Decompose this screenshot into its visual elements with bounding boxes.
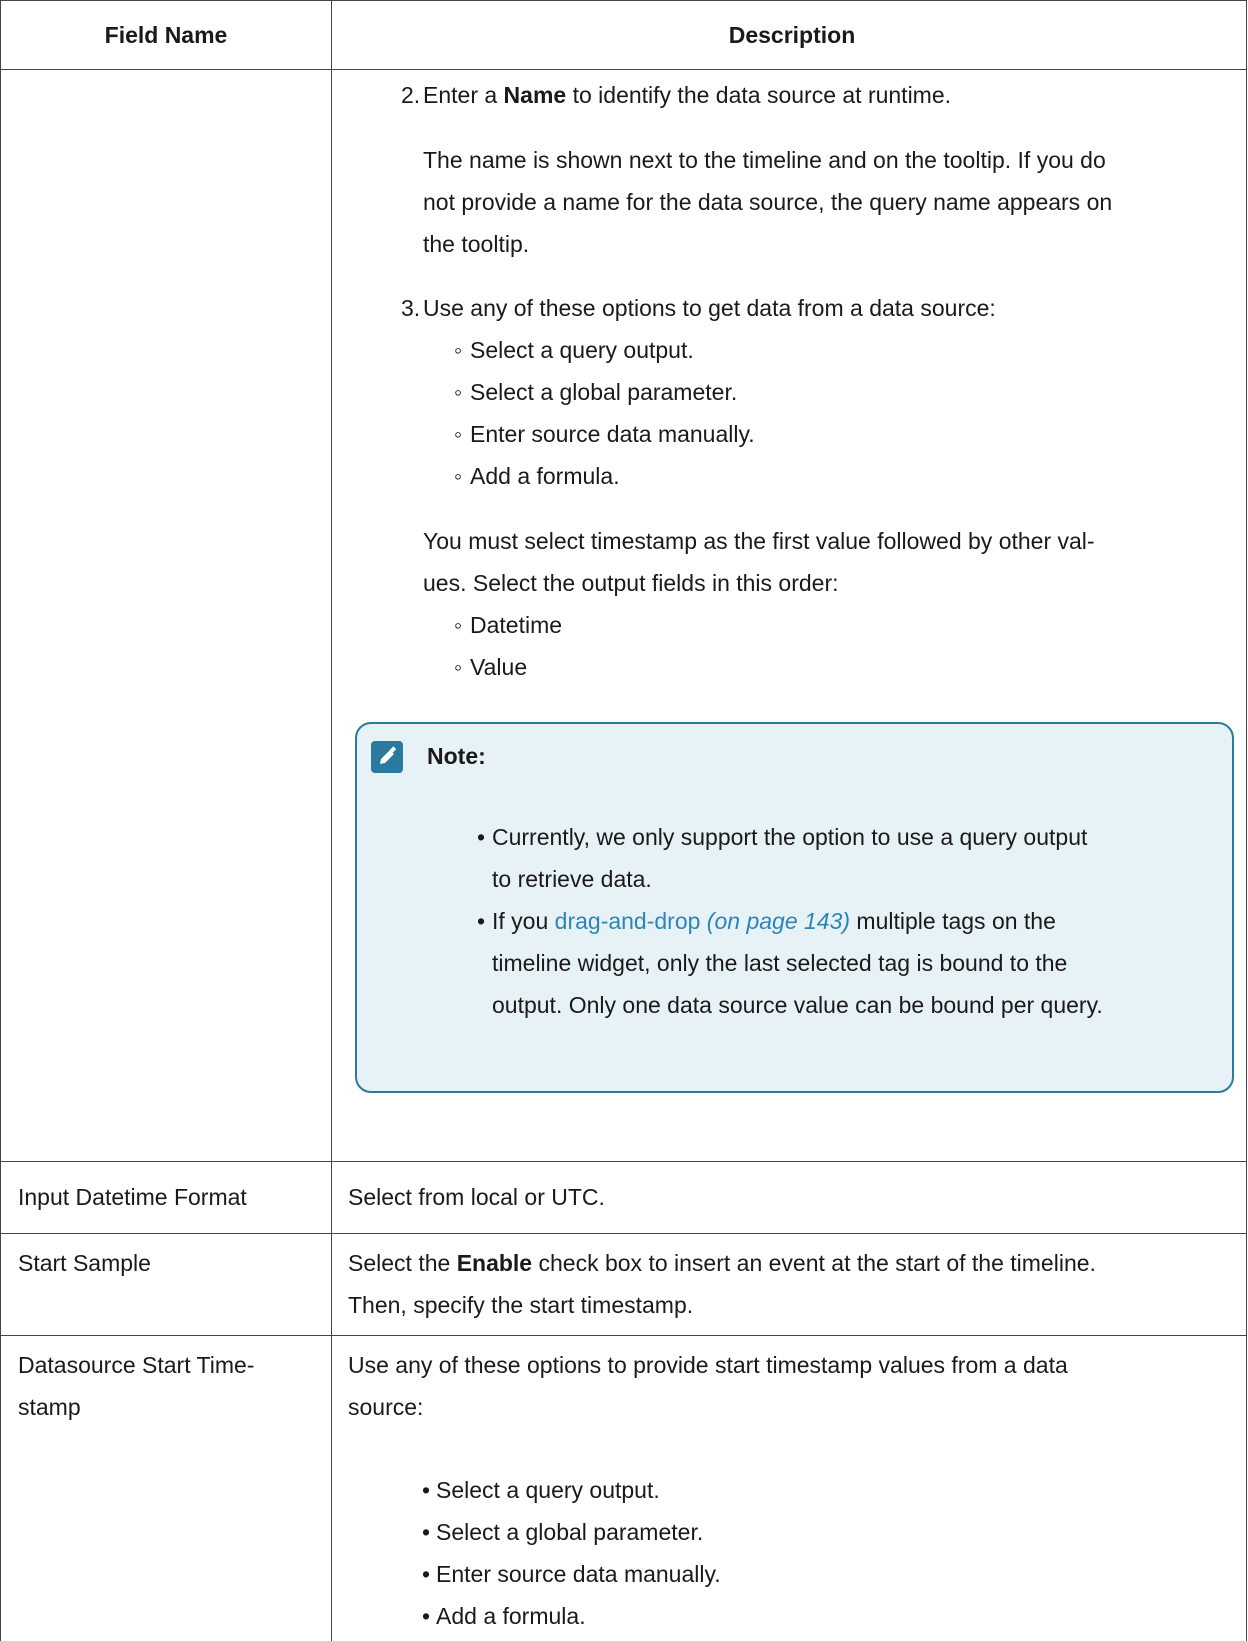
fields-table: Field Name Description 2. Enter a Name t… (0, 0, 1247, 1641)
paragraph-line: not provide a name for the data source, … (423, 189, 1113, 215)
field-name-cell (1, 70, 332, 1161)
paragraph-line: the tooltip. (423, 231, 530, 257)
list-item: ◦ Add a formula. (454, 463, 620, 489)
note-item: • If you drag-and-drop (on page 143) mul… (477, 908, 1103, 1018)
description-cell: Use any of these options to provide star… (332, 1336, 1247, 1641)
paragraph-line: You must select timestamp as the first v… (423, 528, 1095, 554)
list-item: ◦ Enter source data manually. (454, 421, 755, 447)
table-row: 2. Enter a Name to identify the data sou… (1, 70, 1247, 1162)
paragraph-line: The name is shown next to the timeline a… (423, 147, 1106, 173)
step-2-paragraph: The name is shown next to the timeline a… (348, 139, 1236, 265)
list-item: • Select a query output. (422, 1477, 660, 1503)
step-3: 3. Use any of these options to get data … (348, 287, 1236, 329)
header-field-name: Field Name (1, 1, 332, 69)
list-item: • Enter source data manually. (422, 1561, 721, 1587)
page-reference-link[interactable]: (on page 143) (700, 908, 850, 934)
step-3-paragraph: You must select timestamp as the first v… (348, 520, 1236, 604)
table-row: Input Datetime Format Select from local … (1, 1162, 1247, 1234)
step-number: 2. (401, 82, 421, 108)
paragraph-line: source: (348, 1394, 424, 1420)
field-name-cell: Datasource Start Time- stamp (1, 1336, 332, 1641)
list-item: ◦ Datetime (454, 612, 563, 638)
step-text: to identify the data source at runtime. (566, 82, 952, 108)
step-text: Use any of these options to get data fro… (423, 295, 996, 321)
list-item: ◦ Select a global parameter. (454, 379, 738, 405)
table-header-row: Field Name Description (1, 1, 1247, 70)
header-description: Description (332, 1, 1247, 69)
note-title: Note: (427, 743, 486, 769)
note-list: • Currently, we only support the option … (477, 816, 1218, 1026)
list-item: ◦ Select a query output. (454, 337, 694, 363)
pencil-note-icon (371, 741, 403, 773)
list-item: • Select a global parameter. (422, 1519, 704, 1545)
step-text: Enter a (423, 82, 504, 108)
step-2: 2. Enter a Name to identify the data sou… (348, 74, 1236, 116)
step-bold-term: Name (503, 82, 567, 108)
paragraph-line: ues. Select the output fields in this or… (423, 570, 839, 596)
field-name-cell: Start Sample (1, 1234, 332, 1335)
step-number: 3. (401, 295, 421, 321)
note-box: Note: • Currently, we only support the o… (355, 722, 1234, 1093)
description-cell: 2. Enter a Name to identify the data sou… (332, 70, 1247, 1161)
paragraph-line: Use any of these options to provide star… (348, 1352, 1068, 1378)
field-name-cell: Input Datetime Format (1, 1162, 332, 1233)
list-item: ◦ Value (454, 654, 528, 680)
note-item: • Currently, we only support the option … (477, 824, 1088, 892)
table-row: Start Sample Select the Enable check box… (1, 1234, 1247, 1336)
list-item: • Add a formula. (422, 1603, 586, 1629)
table-row: Datasource Start Time- stamp Use any of … (1, 1336, 1247, 1641)
description-cell: Select the Enable check box to insert an… (332, 1234, 1247, 1335)
enable-bold-term: Enable (456, 1250, 533, 1276)
description-cell: Select from local or UTC. (332, 1162, 1247, 1233)
drag-and-drop-link[interactable]: drag-and-drop (555, 908, 701, 934)
